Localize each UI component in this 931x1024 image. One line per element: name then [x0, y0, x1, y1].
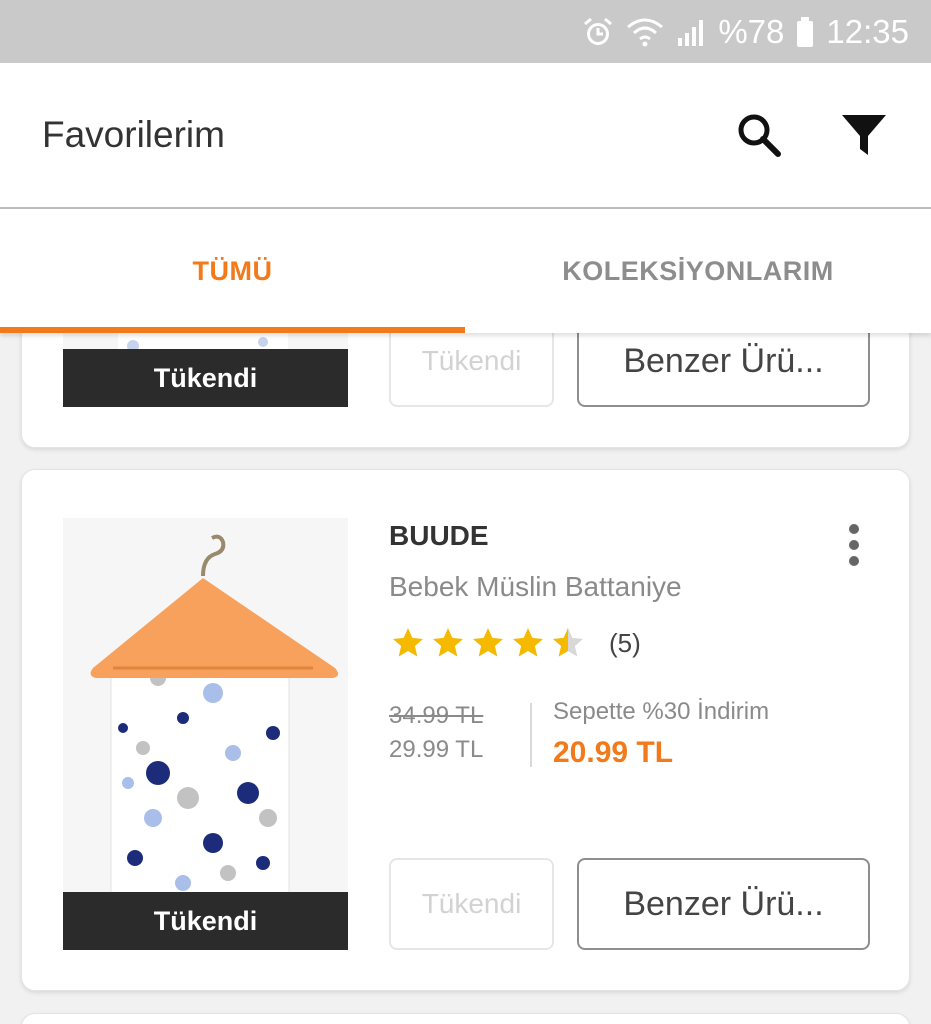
rating-count: (5): [609, 627, 641, 658]
tab-collections-label: KOLEKSİYONLARIM: [562, 255, 834, 286]
wifi-icon: [626, 17, 664, 47]
tab-all[interactable]: TÜMÜ: [0, 209, 465, 333]
discounted-price: 20.99 TL: [553, 736, 674, 769]
page-title: Favorilerim: [42, 114, 225, 155]
tab-indicator: [0, 327, 465, 333]
filter-button[interactable]: [839, 110, 889, 160]
soldout-band: Tükendi: [63, 349, 348, 407]
star-icon: [513, 628, 543, 657]
product-card[interactable]: Tükendi Tükendi Benzer Ürü...: [21, 333, 910, 448]
search-icon: [738, 114, 781, 157]
similar-products-button[interactable]: Benzer Ürü...: [577, 858, 870, 950]
basket-discount-label: Sepette %30 İndirim: [553, 698, 770, 725]
star-icon: [393, 628, 423, 657]
soldout-band: Tükendi: [63, 892, 348, 950]
product-name[interactable]: Bebek Müslin Battaniye: [389, 571, 682, 603]
product-rating: (5): [389, 625, 641, 661]
clock: 12:35: [826, 12, 909, 50]
tab-all-label: TÜMÜ: [192, 255, 273, 286]
product-card[interactable]: Tükendi BUUDE Bebek Müslin Battaniye (5)…: [21, 469, 910, 991]
alarm-icon: [582, 16, 614, 48]
status-bar: %78 12:35: [0, 0, 931, 63]
search-button[interactable]: [734, 110, 784, 160]
battery-icon: [796, 16, 814, 47]
soldout-button: Tükendi: [389, 333, 554, 407]
tab-collections[interactable]: KOLEKSİYONLARIM: [465, 209, 931, 333]
price-divider: [530, 703, 532, 767]
product-image[interactable]: Tükendi: [63, 518, 348, 950]
star-icon: [473, 628, 503, 657]
blanket-image: [63, 518, 348, 950]
battery-percent: %78: [718, 12, 785, 50]
similar-products-button[interactable]: Benzer Ürü...: [577, 333, 870, 407]
original-price: 34.99 TL: [389, 702, 484, 729]
more-vert-icon: [849, 524, 859, 566]
more-options-button[interactable]: [834, 520, 874, 570]
app-bar: Favorilerim: [0, 63, 931, 207]
star-icon: [433, 628, 463, 657]
product-image[interactable]: Tükendi: [63, 333, 348, 407]
half-star-icon: [553, 628, 583, 657]
signal-icon: [676, 18, 706, 46]
current-price: 29.99 TL: [389, 736, 484, 763]
product-card[interactable]: [21, 1013, 910, 1024]
soldout-button: Tükendi: [389, 858, 554, 950]
filter-icon: [842, 115, 886, 155]
tab-bar: TÜMÜ KOLEKSİYONLARIM: [0, 209, 931, 333]
favorites-list[interactable]: Tükendi Tükendi Benzer Ürü... Tükendi BU…: [0, 333, 931, 1024]
product-brand: BUUDE: [389, 520, 489, 551]
